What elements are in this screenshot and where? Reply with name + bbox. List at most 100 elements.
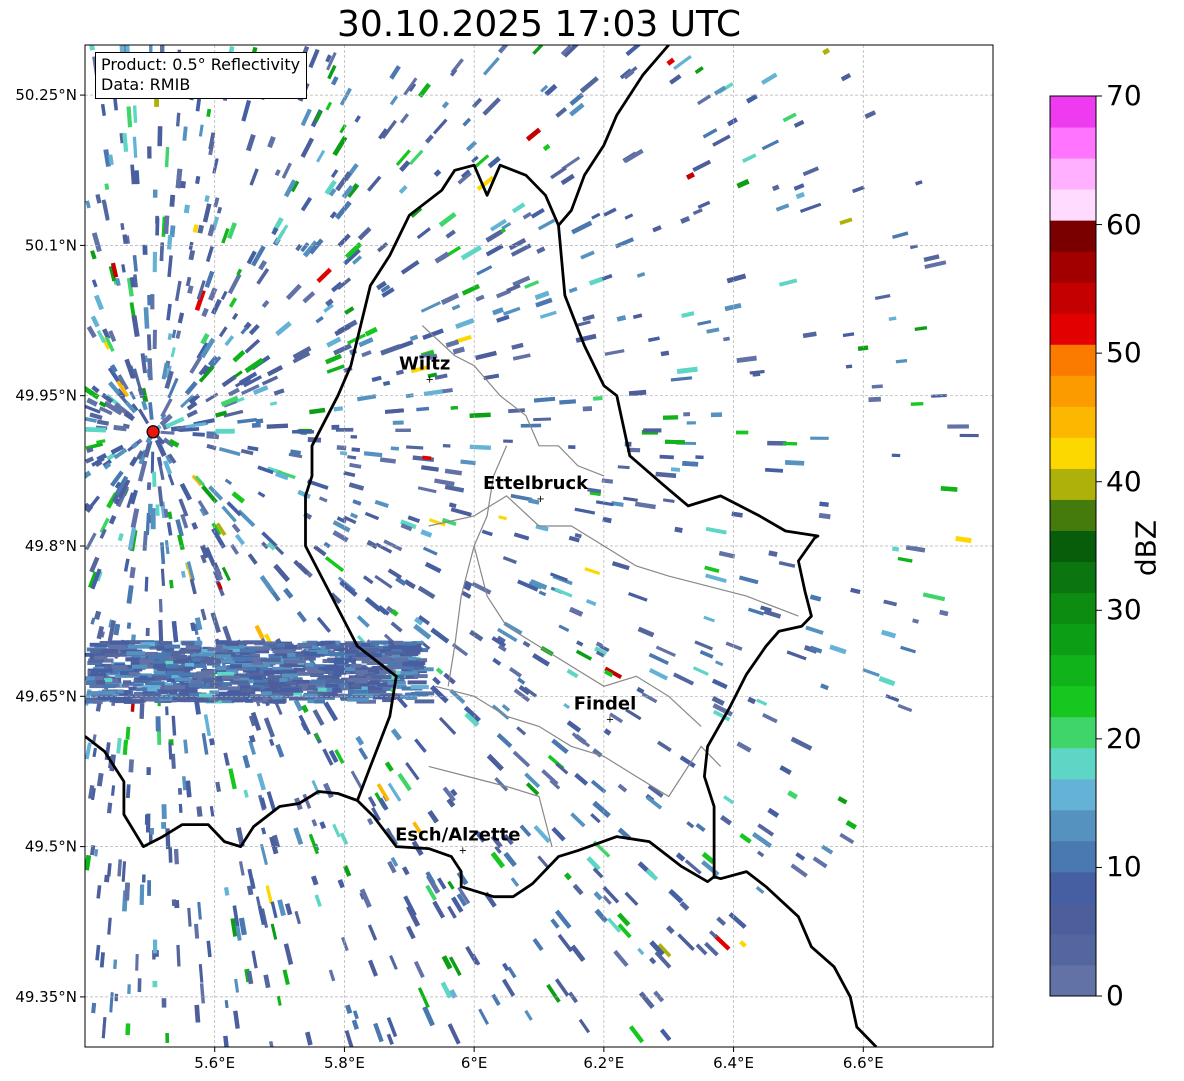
echo-cell xyxy=(389,95,399,106)
echo-cell xyxy=(296,611,307,623)
echo-cell xyxy=(466,140,477,152)
echo-cell xyxy=(198,124,204,137)
echo-cell xyxy=(127,984,131,995)
colorbar-segment xyxy=(1050,127,1096,159)
echo-cell xyxy=(686,421,696,425)
echo-cell xyxy=(274,169,281,177)
product-label: Product: 0.5° Reflectivity xyxy=(101,55,301,74)
echo-cell xyxy=(234,978,240,993)
echo-cell xyxy=(333,657,344,662)
echo-cell xyxy=(150,508,156,530)
echo-cell xyxy=(364,326,378,337)
echo-cell xyxy=(555,762,569,775)
echo-cell xyxy=(93,699,103,704)
echo-cell xyxy=(475,350,497,361)
colorbar-tick-label: 60 xyxy=(1106,207,1142,241)
echo-cell xyxy=(351,683,361,688)
echo-cell xyxy=(269,401,278,406)
echo-cell xyxy=(204,270,215,288)
echo-cell xyxy=(356,394,377,402)
echo-cell xyxy=(923,254,940,263)
echo-cell xyxy=(113,959,118,969)
echo-cell xyxy=(270,923,278,940)
echo-cell xyxy=(203,714,211,737)
echo-cell xyxy=(212,158,219,174)
echo-cell xyxy=(123,558,130,572)
echo-cell xyxy=(91,668,113,673)
echo-cell xyxy=(793,119,805,128)
echo-cell xyxy=(208,287,218,301)
echo-cell xyxy=(167,255,173,278)
echo-cell xyxy=(822,47,831,56)
canton-border xyxy=(428,495,799,617)
echo-cell xyxy=(121,861,127,882)
echo-cell xyxy=(542,143,551,151)
echo-cell xyxy=(762,713,778,724)
echo-cell xyxy=(839,832,855,845)
echo-cell xyxy=(726,273,747,284)
echo-cell xyxy=(603,728,612,736)
echo-cell xyxy=(126,651,145,656)
colorbar-segment xyxy=(1050,561,1096,594)
echo-cell xyxy=(130,508,140,529)
echo-cell xyxy=(164,644,181,649)
echo-cell xyxy=(738,575,759,585)
echo-cell xyxy=(406,445,424,450)
echo-cell xyxy=(579,76,599,94)
echo-cell xyxy=(247,553,258,565)
echo-cell xyxy=(475,294,485,302)
echo-cell xyxy=(351,663,362,668)
y-tick-label: 49.35°N xyxy=(15,988,77,1006)
echo-cell xyxy=(277,899,286,917)
echo-cell xyxy=(106,802,113,814)
echo-cell xyxy=(179,482,193,501)
echo-cell xyxy=(682,461,699,467)
echo-cell xyxy=(167,473,175,486)
echo-cell xyxy=(574,733,587,745)
echo-cell xyxy=(802,166,820,177)
echo-cell xyxy=(97,690,117,695)
echo-cell xyxy=(275,321,292,337)
echo-cell xyxy=(694,640,714,651)
colorbar-segment xyxy=(1050,468,1096,500)
echo-cell xyxy=(910,401,924,406)
echo-cell xyxy=(144,576,149,592)
echo-cell xyxy=(656,740,672,753)
echo-cell xyxy=(362,575,374,585)
echo-cell xyxy=(645,795,663,810)
echo-cell xyxy=(447,880,455,890)
echo-cell xyxy=(146,334,152,351)
echo-cell xyxy=(272,695,283,700)
x-tick-label: 6°E xyxy=(461,1054,488,1072)
echo-cell xyxy=(623,496,638,502)
echo-cell xyxy=(782,441,798,446)
echo-cell xyxy=(201,652,215,657)
echo-cell xyxy=(216,666,227,671)
echo-cell xyxy=(432,900,445,919)
echo-cell xyxy=(533,396,556,403)
colorbar-segment xyxy=(1050,437,1096,469)
echo-cell xyxy=(492,657,502,666)
echo-cell xyxy=(110,640,129,645)
echo-cell xyxy=(364,511,380,521)
echo-cell xyxy=(695,455,704,460)
echo-cell xyxy=(897,703,913,713)
radar-map[interactable]: +Wiltz+Ettelbruck+Findel+Esch/Alzette 5.… xyxy=(0,0,1184,1081)
echo-cell xyxy=(86,325,97,339)
echo-cell xyxy=(143,307,150,329)
echo-cell xyxy=(702,128,718,139)
echo-cell xyxy=(508,666,523,678)
echo-cell xyxy=(764,467,784,473)
echo-cell xyxy=(786,650,807,661)
echo-cell xyxy=(310,875,319,886)
echo-cell xyxy=(720,815,732,826)
echo-cell xyxy=(126,585,134,604)
echo-cell xyxy=(210,298,222,315)
echo-cell xyxy=(625,45,642,57)
echo-cell xyxy=(444,484,465,493)
echo-cell xyxy=(139,703,145,719)
echo-cell xyxy=(795,191,805,200)
echo-cell xyxy=(146,482,152,491)
echo-cell xyxy=(524,772,541,789)
echo-cell xyxy=(324,556,345,573)
